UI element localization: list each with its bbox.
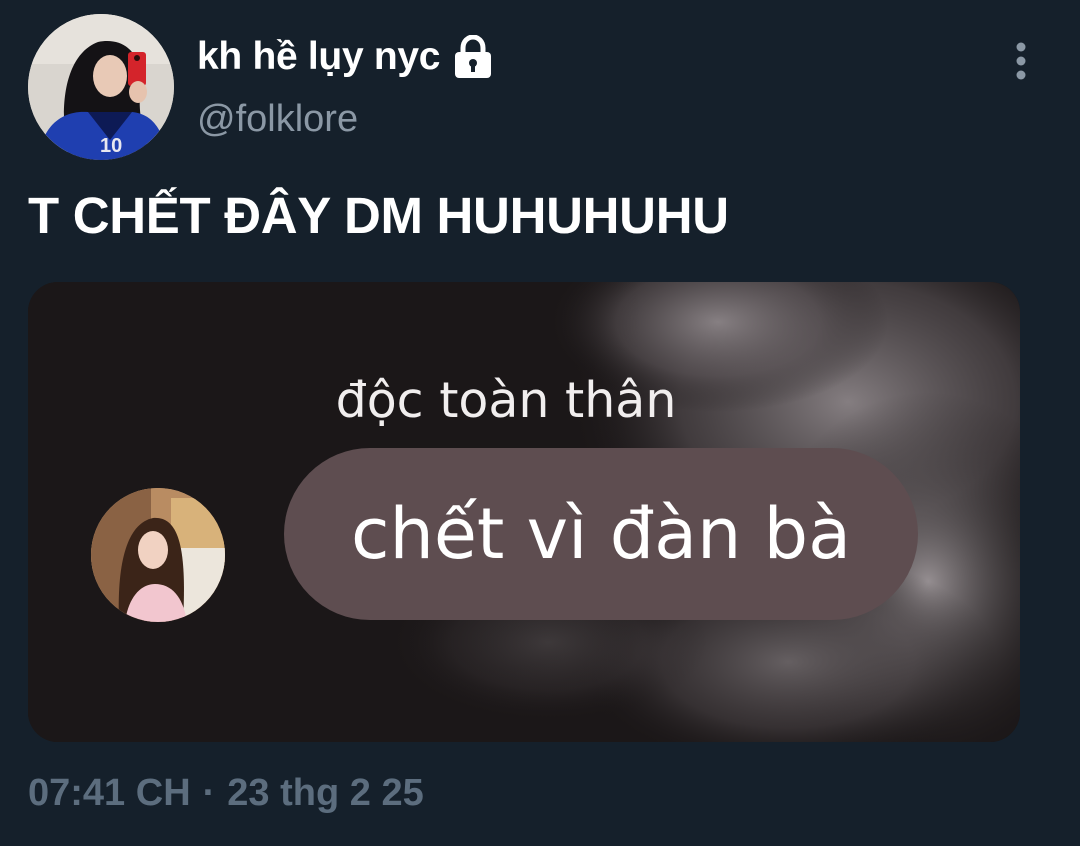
media-message-bubble: chết vì đàn bà bbox=[284, 448, 918, 620]
chat-avatar bbox=[91, 488, 225, 622]
profile-avatar[interactable]: 10 bbox=[28, 14, 174, 160]
timestamp-separator: · bbox=[202, 772, 216, 814]
svg-text:10: 10 bbox=[100, 135, 122, 157]
username[interactable]: @folklore bbox=[197, 98, 358, 141]
tweet-date[interactable]: 23 thg 2 25 bbox=[227, 772, 423, 814]
avatar-image: 10 bbox=[28, 14, 174, 160]
chat-avatar-image bbox=[91, 488, 225, 622]
lock-icon bbox=[452, 34, 494, 79]
more-vertical-icon bbox=[1016, 42, 1026, 80]
media-bubble-text: chết vì đàn bà bbox=[350, 493, 851, 575]
author-name-row[interactable]: kh hề lụy nyc bbox=[197, 32, 494, 82]
display-name[interactable]: kh hề lụy nyc bbox=[197, 35, 440, 79]
media-caption-text: độc toàn thân bbox=[335, 372, 677, 429]
tweet-time[interactable]: 07:41 CH bbox=[28, 772, 191, 814]
tweet-media[interactable]: độc toàn thân chết vì đàn bà bbox=[28, 282, 1020, 742]
more-options-button[interactable] bbox=[1003, 40, 1039, 86]
tweet-text: T CHẾT ĐÂY DM HUHUHUHU bbox=[28, 187, 729, 244]
tweet-timestamp[interactable]: 07:41 CH · 23 thg 2 25 bbox=[28, 772, 424, 815]
media-caption: độc toàn thân bbox=[28, 372, 770, 429]
